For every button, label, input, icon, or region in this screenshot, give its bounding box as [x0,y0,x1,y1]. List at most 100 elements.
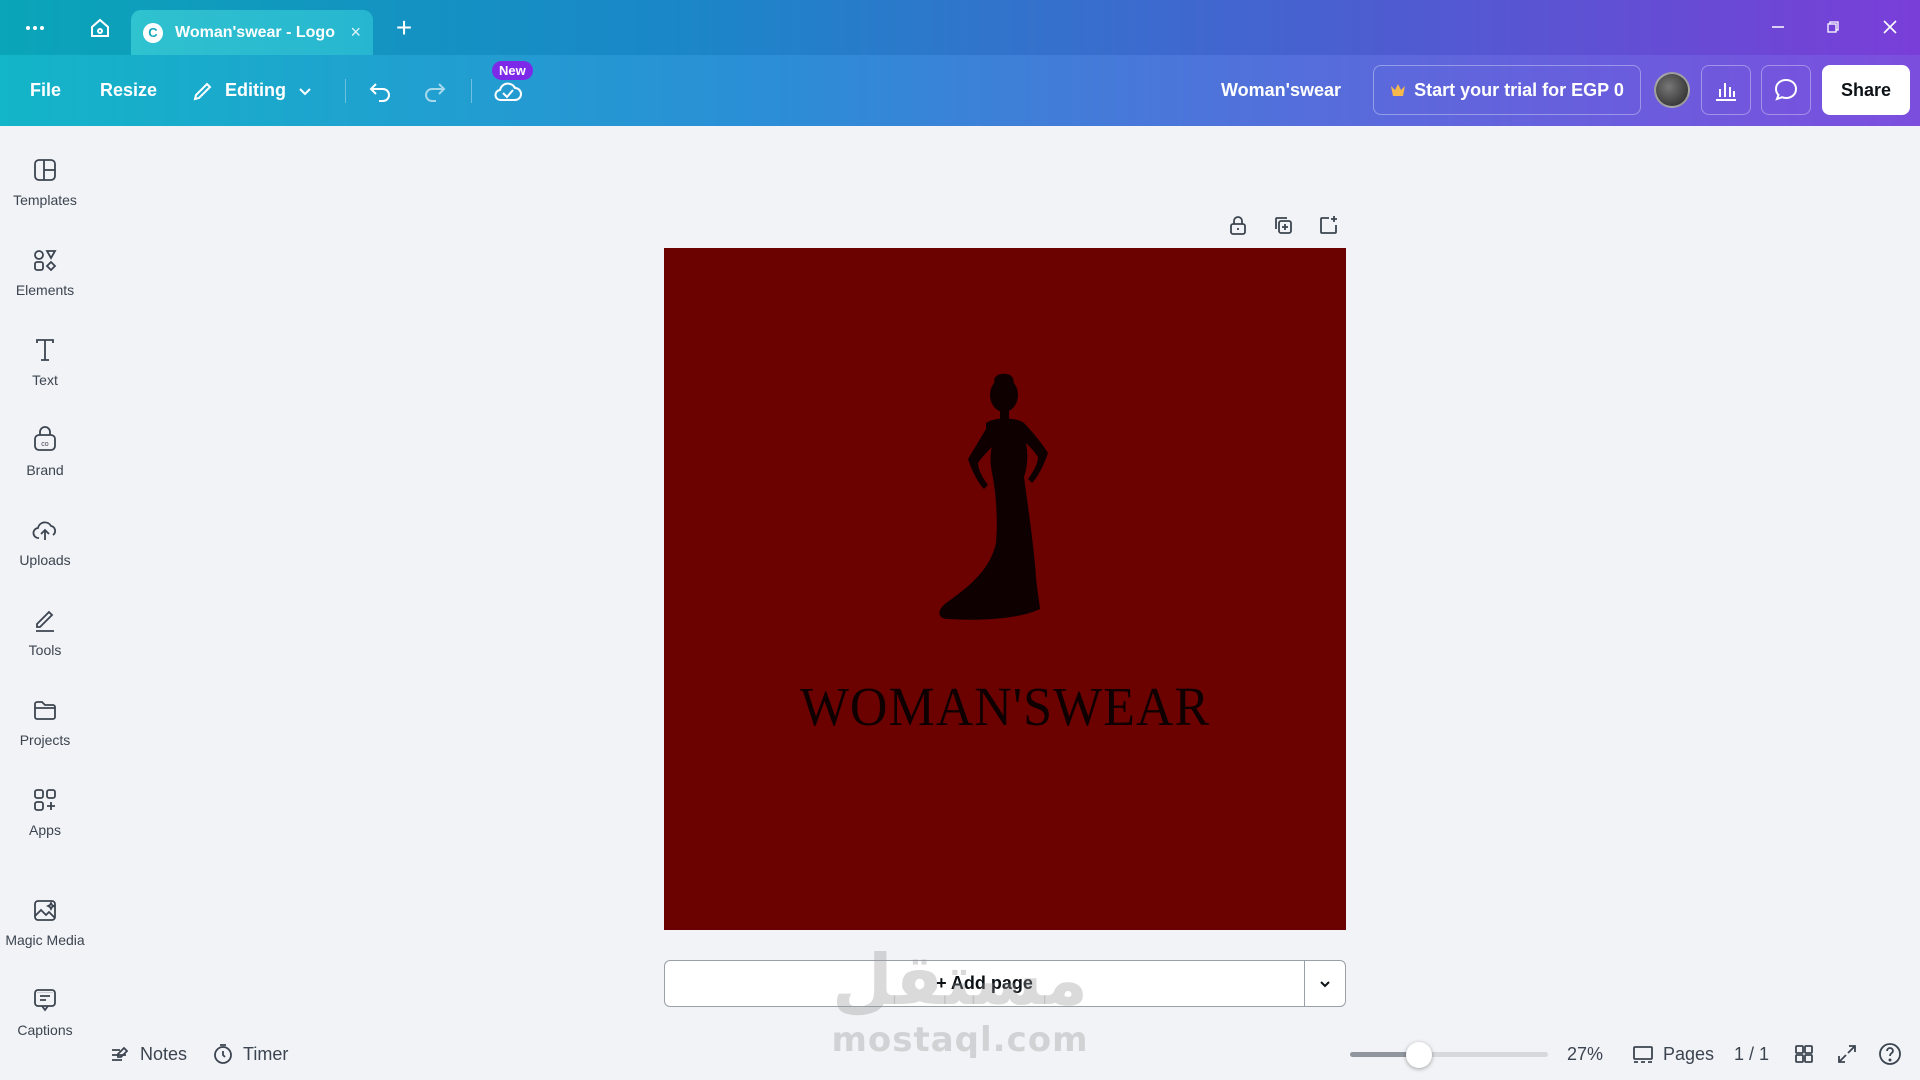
sidebar-item-brand[interactable]: co Brand [0,426,90,506]
brand-wordmark[interactable]: WOMAN'SWEAR [664,677,1346,739]
title-bar: C Woman'swear - Logo × + [0,0,1920,55]
pencil-icon [193,82,212,100]
new-tab-button[interactable]: + [386,10,422,46]
cloud-check-icon [494,82,522,101]
sidebar-item-apps[interactable]: Apps [0,786,90,866]
new-badge: New [492,61,533,80]
restore-icon[interactable] [1813,12,1853,42]
insights-button[interactable] [1701,65,1751,115]
zoom-level[interactable]: 27% [1567,1036,1603,1072]
timer-button[interactable]: Timer [211,1036,288,1072]
help-button[interactable] [1877,1036,1903,1072]
sidebar-item-elements[interactable]: Elements [0,246,90,326]
notes-icon [112,1046,129,1061]
duplicate-icon [1275,217,1292,234]
captions-icon [34,989,56,1012]
crown-icon [1391,84,1406,96]
lock-button[interactable] [1223,210,1253,240]
sidebar-item-projects[interactable]: Projects [0,696,90,776]
sidebar-item-text[interactable]: Text [0,336,90,416]
tools-icon [36,610,54,632]
sidebar-item-uploads[interactable]: Uploads [0,516,90,596]
bar-chart-icon [1716,83,1736,101]
pages-label: Pages [1663,1043,1715,1064]
canva-logo-icon: C [143,22,163,43]
sidebar-item-templates[interactable]: Templates [0,156,90,236]
share-button[interactable]: Share [1822,65,1910,115]
page-count: 1 / 1 [1734,1043,1770,1064]
menu-bar: File Resize Editing New Woman'swear Star… [0,55,1920,126]
duplicate-page-button[interactable] [1268,210,1298,240]
minimize-icon[interactable] [1758,12,1798,42]
notes-label: Notes [140,1043,188,1064]
add-page-icon [1320,216,1337,234]
fullscreen-icon [1838,1045,1856,1063]
watermark: مستقل mostaql.com [830,940,1090,1060]
timer-label: Timer [243,1043,289,1064]
grid-view-icon [1795,1045,1813,1063]
close-window-icon[interactable] [1870,12,1910,42]
chevron-down-icon [299,87,311,95]
zoom-slider[interactable] [1350,1042,1548,1068]
text-icon [36,339,54,361]
file-menu[interactable]: File [30,55,61,126]
redo-button[interactable] [421,55,447,126]
menu-divider [471,79,472,103]
sidebar-item-label: Projects [19,732,71,748]
design-title[interactable]: Woman'swear [1221,55,1341,126]
woman-silhouette-logo[interactable] [914,373,1094,673]
fullscreen-button[interactable] [1835,1036,1859,1072]
elements-icon [34,250,57,272]
sidebar-item-captions[interactable]: Captions [0,986,90,1066]
editing-menu[interactable]: Editing [191,55,314,126]
home-icon[interactable] [82,10,118,46]
timer-icon [214,1044,232,1064]
watermark-arabic: مستقل [831,939,1088,1021]
grid-view-button[interactable] [1792,1036,1816,1072]
tab-close-button[interactable]: × [350,22,361,43]
menu-divider [345,79,346,103]
watermark-latin: mostaql.com [831,1020,1089,1060]
pages-icon [1633,1046,1653,1063]
notes-button[interactable]: Notes [108,1036,187,1072]
redo-icon [425,82,446,102]
add-page-dropdown[interactable] [1304,960,1346,1007]
sidebar-item-label: Uploads [19,552,71,568]
add-page-above-button[interactable] [1313,210,1343,240]
sidebar-item-label: Brand [26,462,64,478]
magic-media-icon [34,900,57,921]
sidebar-item-magic-media[interactable]: Magic Media [0,896,90,976]
uploads-icon [32,521,56,540]
comments-button[interactable] [1761,65,1811,115]
undo-icon [369,82,390,102]
sidebar-item-tools[interactable]: Tools [0,606,90,686]
brand-icon: co [34,426,56,451]
sidebar-item-label: Captions [17,1022,73,1038]
help-icon [1879,1043,1901,1065]
tab-title: Woman'swear - Logo [175,23,335,41]
sidebar-item-label: Elements [15,282,75,298]
resize-menu[interactable]: Resize [100,55,157,126]
chevron-down-icon [1320,980,1330,987]
zoom-slider-thumb[interactable] [1406,1042,1432,1068]
sidebar-item-label: Apps [29,822,61,838]
comment-icon [1774,78,1798,101]
sidebar-item-label: Templates [13,192,77,208]
more-options-icon[interactable] [17,10,53,46]
editing-label: Editing [225,80,286,100]
apps-icon [34,789,56,811]
sidebar-item-label: Magic Media [5,932,85,948]
sidebar-item-label: Tools [28,642,62,658]
start-trial-button[interactable]: Start your trial for EGP 0 [1373,65,1641,115]
svg-text:co: co [41,441,49,448]
avatar[interactable] [1654,72,1690,108]
sidebar: Templates Elements Text co Brand Uploads… [0,126,90,1080]
templates-icon [34,159,56,181]
design-page[interactable]: WOMAN'SWEAR [664,248,1346,930]
trial-label: Start your trial for EGP 0 [1414,79,1624,100]
lock-icon [1230,216,1246,235]
pages-button[interactable]: Pages [1631,1036,1714,1072]
active-tab[interactable]: C Woman'swear - Logo × [131,10,373,55]
undo-button[interactable] [368,55,394,126]
sidebar-item-label: Text [32,372,58,388]
